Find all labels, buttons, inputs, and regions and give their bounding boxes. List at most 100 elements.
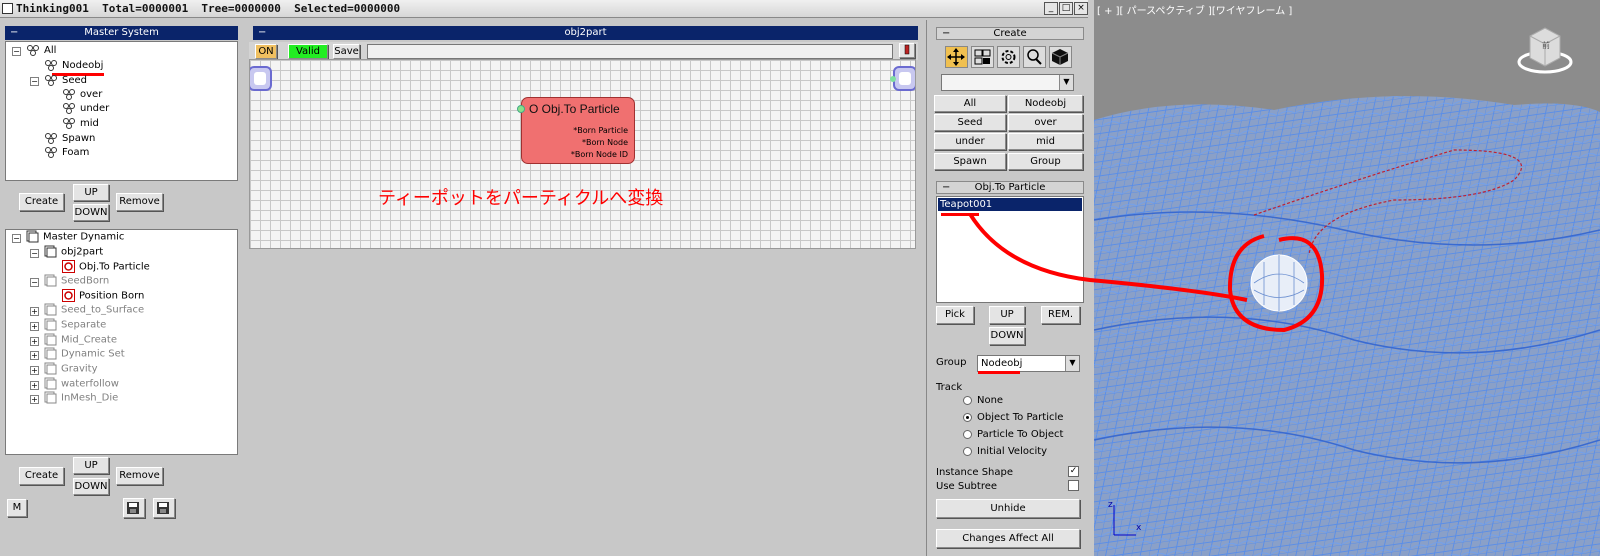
tree-item-over[interactable]: over — [62, 88, 102, 102]
group-over-button[interactable]: over — [1008, 114, 1083, 131]
viewport-label[interactable]: [ + ][ パースペクティブ ][ワイヤフレーム ] — [1097, 2, 1292, 17]
dynamic-up-button[interactable]: UP — [73, 457, 109, 474]
close-button[interactable]: × — [1074, 2, 1088, 15]
tree-item-master-dynamic[interactable]: Master Dynamic — [26, 230, 124, 244]
collapse-icon[interactable]: − — [258, 26, 266, 40]
graph-name-field[interactable] — [367, 44, 893, 59]
tree-item-position-born[interactable]: Position Born — [62, 289, 144, 303]
system-remove-button[interactable]: Remove — [116, 193, 163, 211]
expand-icon[interactable]: + — [30, 366, 39, 375]
dynamic-create-button[interactable]: Create — [19, 467, 64, 485]
move-tool-button[interactable] — [945, 46, 968, 68]
dynamic-remove-button[interactable]: Remove — [116, 467, 163, 485]
tree-item-seed[interactable]: Seed — [44, 74, 87, 88]
node-output-born-node: *Born Node — [581, 138, 628, 147]
list-down-button[interactable]: DOWN — [989, 327, 1025, 345]
valid-toggle[interactable]: Valid — [288, 44, 328, 59]
save-disk-button[interactable] — [123, 498, 145, 518]
tree-item-mid[interactable]: mid — [62, 117, 99, 131]
master-dynamic-tree[interactable]: − Master Dynamic − obj2part Obj.To Parti… — [5, 229, 238, 455]
tree-item-obj-to-particle[interactable]: Obj.To Particle — [62, 260, 150, 274]
unhide-button[interactable]: Unhide — [936, 499, 1080, 518]
tree-item-seed-to-surface[interactable]: Seed_to_Surface — [44, 303, 144, 317]
on-toggle[interactable]: ON — [255, 44, 277, 59]
list-up-button[interactable]: UP — [989, 306, 1025, 324]
changes-affect-all-button[interactable]: Changes Affect All — [936, 529, 1080, 548]
obj-to-particle-node[interactable]: O Obj.To Particle *Born Particle *Born N… — [517, 97, 635, 164]
object-tool-button[interactable] — [1049, 46, 1072, 68]
rem-button[interactable]: REM. — [1041, 306, 1080, 324]
master-system-tree[interactable]: − All Nodeobj − Seed over under mid Spaw… — [5, 41, 238, 181]
expand-icon[interactable]: + — [30, 337, 39, 346]
track-none-radio[interactable]: None — [963, 395, 1003, 406]
tree-item-gravity[interactable]: Gravity — [44, 362, 98, 376]
expand-icon[interactable]: + — [30, 381, 39, 390]
red-underline-mark — [978, 371, 1020, 374]
system-create-button[interactable]: Create — [19, 193, 64, 211]
use-subtree-checkbox[interactable] — [1068, 480, 1079, 491]
pick-button[interactable]: Pick — [936, 306, 974, 324]
tree-label: Seed_to_Surface — [61, 304, 145, 316]
expand-icon[interactable]: + — [30, 395, 39, 404]
expand-seed-icon[interactable]: − — [30, 77, 39, 86]
grid-tool-button[interactable] — [971, 46, 994, 68]
tree-item-seedborn[interactable]: SeedBorn — [44, 274, 109, 288]
search-tool-button[interactable] — [1023, 46, 1046, 68]
expand-master-dynamic-icon[interactable]: − — [12, 234, 21, 243]
tree-item-dynamic-set[interactable]: Dynamic Set — [44, 347, 125, 361]
tree-item-separate[interactable]: Separate — [44, 318, 106, 332]
expand-icon[interactable]: + — [30, 307, 39, 316]
tree-item-spawn[interactable]: Spawn — [44, 132, 95, 146]
node-title: O Obj.To Particle — [529, 102, 620, 116]
node-input-socket[interactable] — [517, 105, 525, 113]
tree-item-mid-create[interactable]: Mid_Create — [44, 333, 117, 347]
tree-item-waterfollow[interactable]: waterfollow — [44, 377, 119, 391]
tree-item-under[interactable]: under — [62, 102, 109, 116]
create-type-dropdown[interactable]: ▼ — [941, 74, 1074, 91]
save-button[interactable]: Save — [333, 44, 360, 59]
tree-item-inmesh-die[interactable]: InMesh_Die — [44, 391, 118, 405]
tree-item-all[interactable]: All — [26, 44, 56, 58]
tree-item-foam[interactable]: Foam — [44, 146, 89, 160]
node-graph-canvas[interactable]: O Obj.To Particle *Born Particle *Born N… — [249, 59, 916, 249]
instance-shape-checkbox[interactable]: ✓ — [1068, 466, 1079, 477]
expand-icon[interactable]: + — [30, 351, 39, 360]
create-rollout-header[interactable]: − Create — [936, 27, 1084, 40]
expand-all-icon[interactable]: − — [12, 47, 21, 56]
graph-output-port[interactable] — [893, 66, 915, 91]
m-button[interactable]: M — [7, 499, 27, 517]
dynamic-down-button[interactable]: DOWN — [73, 478, 109, 495]
group-under-button[interactable]: under — [934, 133, 1006, 150]
minimize-button[interactable]: _ — [1044, 2, 1058, 15]
tree-item-nodeobj[interactable]: Nodeobj — [44, 59, 103, 73]
expand-icon[interactable]: + — [30, 322, 39, 331]
load-disk-button[interactable] — [153, 498, 175, 518]
object-list-item-teapot[interactable]: Teapot001 — [938, 198, 1082, 211]
track-particle-to-object-radio[interactable]: Particle To Object — [963, 429, 1063, 440]
expand-obj2part-icon[interactable]: − — [30, 249, 39, 258]
maximize-button[interactable]: □ — [1059, 2, 1073, 15]
group-group-button[interactable]: Group — [1008, 153, 1083, 170]
search-icon — [1027, 49, 1042, 65]
pin-button[interactable] — [899, 43, 915, 58]
chevron-down-icon[interactable]: ▼ — [1065, 356, 1079, 371]
group-spawn-button[interactable]: Spawn — [934, 153, 1006, 170]
system-down-button[interactable]: DOWN — [73, 204, 109, 221]
object-list[interactable]: Teapot001 — [936, 196, 1084, 303]
settings-tool-button[interactable] — [997, 46, 1020, 68]
obj-to-particle-rollout-header[interactable]: − Obj.To Particle — [936, 181, 1084, 194]
expand-seedborn-icon[interactable]: − — [30, 278, 39, 287]
chevron-down-icon[interactable]: ▼ — [1059, 75, 1073, 90]
collapse-icon[interactable]: − — [10, 26, 18, 40]
track-object-to-particle-radio[interactable]: Object To Particle — [963, 412, 1063, 423]
3d-viewport[interactable]: z x [ + ][ パースペクティブ ][ワイヤフレーム ] 前 — [1094, 0, 1600, 556]
group-mid-button[interactable]: mid — [1008, 133, 1083, 150]
group-all-button[interactable]: All — [934, 95, 1006, 112]
track-initial-velocity-radio[interactable]: Initial Velocity — [963, 446, 1047, 457]
tree-item-obj2part[interactable]: obj2part — [44, 245, 103, 259]
group-seed-button[interactable]: Seed — [934, 114, 1006, 131]
group-nodeobj-button[interactable]: Nodeobj — [1008, 95, 1083, 112]
group-select[interactable]: Nodeobj ▼ — [977, 355, 1080, 372]
system-up-button[interactable]: UP — [73, 184, 109, 201]
graph-input-port[interactable] — [250, 66, 272, 91]
